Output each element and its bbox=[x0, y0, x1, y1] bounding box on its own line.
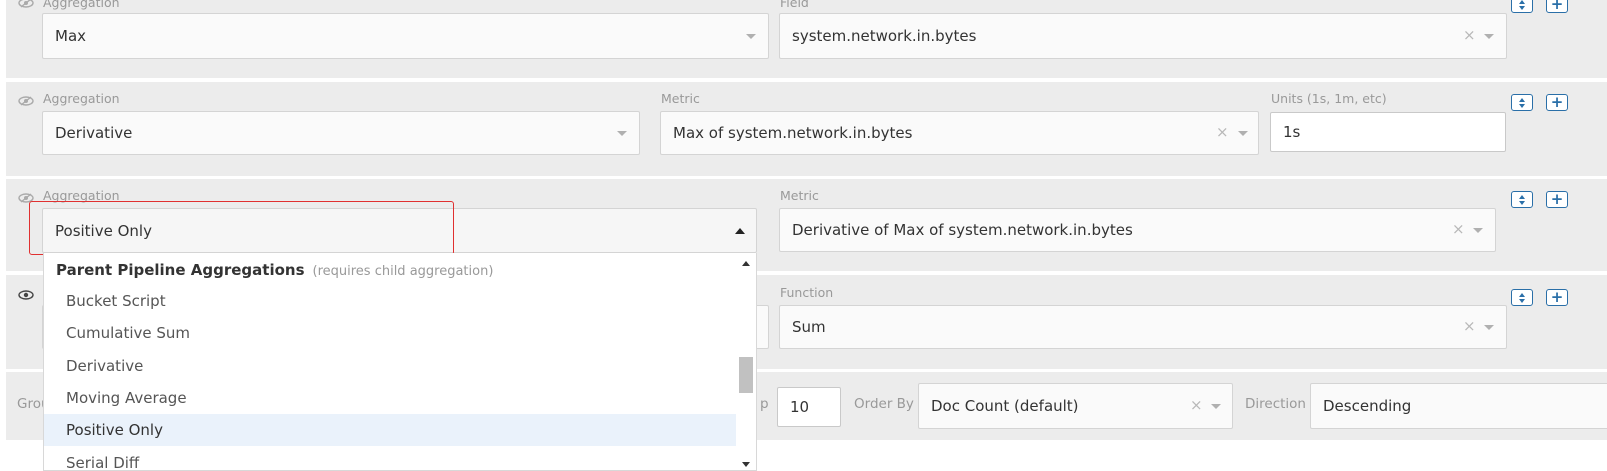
option-cumulative-sum[interactable]: Cumulative Sum bbox=[44, 317, 736, 349]
sort-icon[interactable] bbox=[1511, 289, 1533, 306]
plus-icon[interactable]: + bbox=[1546, 191, 1568, 208]
aggregation-label: Aggregation bbox=[43, 91, 120, 106]
eye-icon[interactable] bbox=[18, 290, 34, 300]
function-value: Sum bbox=[792, 318, 826, 336]
field-value: system.network.in.bytes bbox=[792, 27, 977, 45]
metric-label: Metric bbox=[661, 91, 700, 106]
caret-down-icon[interactable] bbox=[1238, 131, 1248, 136]
caret-up-icon[interactable] bbox=[735, 228, 745, 234]
metric-select[interactable]: Max of system.network.in.bytes bbox=[660, 111, 1259, 155]
units-label: Units (1s, 1m, etc) bbox=[1271, 91, 1387, 106]
clear-x-icon[interactable]: × bbox=[1216, 125, 1229, 140]
units-value: 1s bbox=[1283, 123, 1301, 141]
clear-x-icon[interactable]: × bbox=[1463, 319, 1476, 334]
field-label: Field bbox=[780, 0, 809, 10]
scrollbar-thumb[interactable] bbox=[739, 357, 753, 393]
eye-slash-icon[interactable] bbox=[18, 96, 34, 106]
plus-icon[interactable]: + bbox=[1546, 289, 1568, 306]
metric-row-2: Aggregation Derivative Metric Max of sys… bbox=[6, 82, 1607, 176]
direction-label: Direction bbox=[1245, 396, 1306, 412]
caret-down-icon[interactable] bbox=[1473, 228, 1483, 233]
sort-icon[interactable] bbox=[1511, 191, 1533, 208]
plus-icon[interactable]: + bbox=[1546, 94, 1568, 111]
aggregation-label: Aggregation bbox=[43, 0, 120, 10]
function-select[interactable]: Sum bbox=[779, 305, 1507, 349]
dropdown-scrollbar[interactable] bbox=[736, 253, 756, 470]
top-label: p bbox=[760, 396, 769, 412]
option-group-header: Parent Pipeline Aggregations (requires ch… bbox=[56, 261, 493, 279]
units-input[interactable]: 1s bbox=[1270, 112, 1506, 152]
aggregation-value: Max bbox=[55, 27, 87, 45]
caret-down-icon[interactable] bbox=[1484, 34, 1494, 39]
scroll-down-icon[interactable] bbox=[742, 462, 750, 467]
order-by-label: Order By bbox=[854, 396, 914, 412]
clear-x-icon[interactable]: × bbox=[1463, 28, 1476, 43]
clear-x-icon[interactable]: × bbox=[1452, 222, 1465, 237]
plus-icon[interactable]: + bbox=[1546, 0, 1568, 13]
option-group-note: (requires child aggregation) bbox=[312, 264, 494, 279]
metric-row-1: Aggregation Max Field system.network.in.… bbox=[6, 0, 1607, 78]
metric-value: Max of system.network.in.bytes bbox=[673, 124, 913, 142]
metric-select[interactable]: Derivative of Max of system.network.in.b… bbox=[779, 208, 1496, 252]
aggregation-value: Derivative bbox=[55, 124, 133, 142]
sort-icon[interactable] bbox=[1511, 0, 1533, 13]
option-moving-average[interactable]: Moving Average bbox=[44, 382, 736, 414]
aggregation-select[interactable]: Derivative bbox=[42, 111, 640, 155]
direction-select[interactable]: Descending bbox=[1310, 383, 1607, 429]
option-bucket-script[interactable]: Bucket Script bbox=[44, 285, 736, 317]
top-input[interactable]: 10 bbox=[777, 387, 841, 427]
eye-slash-icon[interactable] bbox=[18, 0, 34, 8]
caret-down-icon[interactable] bbox=[746, 34, 756, 39]
order-by-select[interactable]: Doc Count (default) bbox=[918, 383, 1233, 429]
metric-value: Derivative of Max of system.network.in.b… bbox=[792, 221, 1133, 239]
aggregation-select[interactable]: Max bbox=[42, 13, 769, 59]
option-serial-diff[interactable]: Serial Diff bbox=[44, 447, 736, 470]
clear-x-icon[interactable]: × bbox=[1190, 398, 1203, 413]
order-by-value: Doc Count (default) bbox=[931, 397, 1079, 415]
aggregation-dropdown-menu[interactable]: Parent Pipeline Aggregations (requires ch… bbox=[43, 253, 757, 471]
sort-icon[interactable] bbox=[1511, 94, 1533, 111]
caret-down-icon[interactable] bbox=[1211, 404, 1221, 409]
caret-down-icon[interactable] bbox=[1484, 325, 1494, 330]
caret-down-icon[interactable] bbox=[617, 131, 627, 136]
option-derivative[interactable]: Derivative bbox=[44, 350, 736, 382]
metric-label: Metric bbox=[780, 188, 819, 203]
option-positive-only[interactable]: Positive Only bbox=[44, 414, 736, 446]
scroll-up-icon[interactable] bbox=[742, 261, 750, 266]
focus-outline bbox=[29, 201, 454, 255]
option-group-title: Parent Pipeline Aggregations bbox=[56, 261, 305, 279]
direction-value: Descending bbox=[1323, 397, 1412, 415]
field-select[interactable]: system.network.in.bytes bbox=[779, 13, 1507, 59]
top-value: 10 bbox=[790, 398, 810, 416]
function-label: Function bbox=[780, 285, 834, 300]
